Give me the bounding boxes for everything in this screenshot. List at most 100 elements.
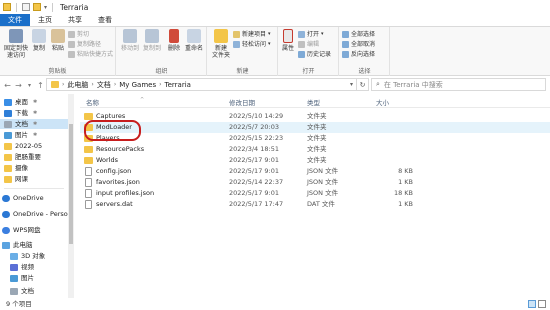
tab-file[interactable]: 文件 — [0, 14, 30, 26]
copy-label: 复制 — [32, 45, 45, 52]
folder-icon — [4, 175, 12, 183]
table-row[interactable]: ResourcePacks 2022/3/4 18:51 文件夹 — [80, 144, 550, 155]
forward-arrow-icon[interactable]: → — [13, 81, 24, 90]
table-row[interactable]: config.json 2022/5/17 9:01 JSON 文件 8 KB — [80, 166, 550, 177]
nav-item-label: 2022-05 — [15, 142, 43, 150]
file-type: 文件夹 — [307, 134, 327, 142]
dropdown-icon: ▾ — [268, 31, 271, 37]
nav-item-label: 此电脑 — [13, 241, 33, 249]
paste-shortcut-button[interactable]: 粘贴快捷方式 — [68, 50, 113, 59]
properties-button[interactable]: 属性 — [280, 29, 296, 52]
file-icon — [85, 178, 92, 187]
new-folder-button[interactable]: 新建 文件夹 — [210, 29, 232, 59]
column-header-date[interactable]: 修改日期 — [229, 97, 255, 107]
nav-item-label: 图片 — [21, 274, 34, 282]
column-header-type[interactable]: 类型 — [307, 97, 320, 107]
large-icons-view-icon[interactable] — [538, 300, 546, 308]
column-header-name[interactable]: 名称 — [86, 97, 99, 107]
rename-button[interactable]: 重命名 — [183, 29, 205, 52]
nav-item-this-pc[interactable]: 此电脑 — [2, 240, 33, 250]
details-view-icon[interactable] — [528, 300, 536, 308]
file-icon — [85, 189, 92, 198]
tab-home[interactable]: 主页 — [30, 14, 60, 26]
nav-item-documents[interactable]: 文档 ✱ — [0, 119, 68, 129]
nav-item-folder[interactable]: 肥肠重要 — [4, 152, 41, 162]
qa-dropdown-icon[interactable]: ▾ — [44, 4, 47, 11]
nav-item-label: 网课 — [15, 175, 28, 183]
breadcrumb-item[interactable]: 文档 — [97, 80, 111, 90]
pin-quick-access-button[interactable]: 固定到快 速访问 — [2, 29, 30, 59]
nav-item-desktop[interactable]: 桌面 ✱ — [4, 97, 37, 107]
move-to-button[interactable]: 移动到 — [119, 29, 141, 52]
status-bar: 9 个项目 — [0, 298, 550, 310]
file-type: DAT 文件 — [307, 200, 335, 208]
invert-selection-button[interactable]: 反向选择 — [342, 50, 375, 59]
nav-item-videos[interactable]: 视频 — [10, 262, 34, 272]
delete-button[interactable]: 删除 — [165, 29, 183, 52]
rename-label: 重命名 — [184, 45, 203, 52]
search-icon: ⌕ — [376, 80, 380, 88]
edit-button[interactable]: 编辑 — [298, 40, 319, 49]
up-arrow-icon[interactable]: ↑ — [35, 81, 46, 90]
nav-item-onedrive[interactable]: OneDrive — [2, 193, 44, 203]
easy-access-button[interactable]: 轻松访问 ▾ — [233, 40, 271, 49]
open-button[interactable]: 打开 ▾ — [298, 30, 324, 39]
table-row[interactable]: Captures 2022/5/10 14:29 文件夹 — [80, 111, 550, 122]
new-item-button[interactable]: 新建项目 ▾ — [233, 30, 271, 39]
chevron-down-icon[interactable]: ▾ — [350, 81, 353, 88]
video-icon — [10, 263, 18, 271]
table-row[interactable]: Players 2022/5/15 22:23 文件夹 — [80, 133, 550, 144]
file-type: JSON 文件 — [307, 189, 339, 197]
back-arrow-icon[interactable]: ← — [2, 81, 13, 90]
search-input[interactable]: ⌕ 在 Terraria 中搜索 — [371, 78, 546, 91]
nav-item-pictures[interactable]: 图片 ✱ — [4, 130, 37, 140]
table-row[interactable]: ModLoader 2022/5/7 20:03 文件夹 — [80, 122, 550, 133]
nav-item-folder[interactable]: 网课 — [4, 174, 28, 184]
paste-button[interactable]: 粘贴 — [49, 29, 67, 52]
copy-to-button[interactable]: 复制到 — [141, 29, 163, 52]
download-icon — [4, 109, 12, 117]
nav-item-3d-objects[interactable]: 3D 对象 — [10, 251, 45, 261]
table-row[interactable]: favorites.json 2022/5/14 22:37 JSON 文件 1… — [80, 177, 550, 188]
open-group: 属性 打开 ▾ 编辑 历史记录 打开 — [279, 27, 339, 76]
tab-view[interactable]: 查看 — [90, 14, 120, 26]
nav-item-downloads[interactable]: 下载 ✱ — [4, 108, 37, 118]
nav-item-wps-drive[interactable]: WPS网盘 — [2, 225, 40, 235]
refresh-icon[interactable]: ↻ — [357, 78, 369, 91]
view-switcher — [528, 300, 546, 308]
copy-icon — [32, 29, 46, 43]
nav-item-pictures-pc[interactable]: 图片 — [10, 273, 34, 283]
file-type: 文件夹 — [307, 112, 327, 120]
nav-item-folder[interactable]: 摄像 — [4, 163, 28, 173]
recent-dropdown-icon[interactable]: ▾ — [24, 82, 35, 89]
history-button[interactable]: 历史记录 — [298, 50, 331, 59]
nav-item-folder[interactable]: 2022-05 — [4, 141, 42, 151]
table-row[interactable]: servers.dat 2022/5/17 17:47 DAT 文件 1 KB — [80, 199, 550, 210]
checkbox-icon[interactable] — [22, 3, 30, 11]
nav-item-label: OneDrive — [13, 194, 44, 202]
new-folder-icon[interactable] — [33, 3, 41, 11]
new-item-icon — [233, 31, 240, 38]
nav-item-onedrive-personal[interactable]: OneDrive - Perso — [2, 209, 68, 219]
table-row[interactable]: Worlds 2022/5/17 9:01 文件夹 — [80, 155, 550, 166]
breadcrumb-item[interactable]: 此电脑 — [67, 80, 88, 90]
column-header-size[interactable]: 大小 — [376, 97, 389, 107]
table-row[interactable]: input profiles.json 2022/5/17 9:01 JSON … — [80, 188, 550, 199]
nav-item-documents-pc[interactable]: 文档 — [10, 286, 34, 296]
copy-button[interactable]: 复制 — [30, 29, 48, 52]
copy-to-label: 复制到 — [142, 45, 161, 52]
nav-item-label: 3D 对象 — [21, 252, 46, 260]
select-group-label: 选择 — [358, 68, 371, 75]
nav-scrollbar[interactable] — [68, 94, 74, 298]
breadcrumb-item[interactable]: Terraria — [165, 81, 191, 89]
select-none-button[interactable]: 全部取消 — [342, 40, 375, 49]
scrollbar-thumb[interactable] — [69, 124, 73, 244]
folder-icon — [84, 146, 93, 153]
cut-button[interactable]: 剪切 — [68, 30, 89, 39]
breadcrumb[interactable]: › 此电脑 › 文档 › My Games › Terraria ▾ — [46, 78, 357, 91]
copy-path-button[interactable]: 复制路径 — [68, 40, 101, 49]
breadcrumb-item[interactable]: My Games — [119, 81, 156, 89]
copy-path-label: 复制路径 — [77, 41, 102, 48]
select-all-button[interactable]: 全部选择 — [342, 30, 375, 39]
tab-share[interactable]: 共享 — [60, 14, 90, 26]
